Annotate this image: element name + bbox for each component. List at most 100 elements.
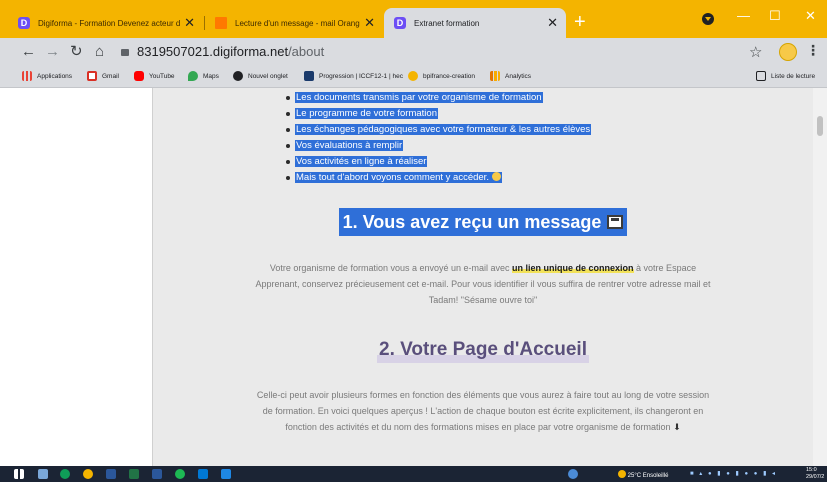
analytics-icon bbox=[490, 71, 500, 81]
smile-emoji-icon bbox=[491, 172, 501, 181]
bookmark-label: Nouvel onglet bbox=[248, 72, 288, 80]
reload-icon[interactable]: ↻ bbox=[70, 42, 83, 62]
tab-orange-mail[interactable]: Lecture d'un message - mail Orange ✕ bbox=[205, 8, 383, 38]
tab-title: Lecture d'un message - mail Orange bbox=[235, 18, 361, 28]
page-viewport: Les documents transmis par votre organis… bbox=[0, 88, 827, 466]
down-arrow-icon: ⬇ bbox=[673, 422, 681, 432]
app-icon[interactable] bbox=[60, 469, 70, 479]
close-tab-icon[interactable]: ✕ bbox=[364, 15, 375, 31]
clock-time: 15:0 bbox=[806, 467, 817, 473]
tab-title: Extranet formation bbox=[414, 18, 480, 28]
main-content: Les documents transmis par votre organis… bbox=[153, 88, 813, 466]
url-host: 8319507021.digiforma.net bbox=[137, 44, 289, 59]
list-item-text: Vos évaluations à remplir bbox=[295, 140, 404, 151]
section-1-heading-wrap: 1. Vous avez reçu un message bbox=[153, 208, 813, 236]
globe-icon bbox=[233, 71, 243, 81]
mail-icon[interactable] bbox=[198, 469, 208, 479]
bpi-icon bbox=[408, 71, 418, 81]
bookmark-youtube[interactable]: YouTube bbox=[134, 71, 175, 81]
scrollbar-thumb[interactable] bbox=[817, 116, 823, 136]
section-2-heading-wrap: 2. Votre Page d'Accueil bbox=[153, 337, 813, 363]
section-1-paragraph: Votre organisme de formation vous a envo… bbox=[253, 260, 713, 308]
app-icon[interactable] bbox=[221, 469, 231, 479]
word-icon[interactable] bbox=[106, 469, 116, 479]
bookmark-maps[interactable]: Maps bbox=[188, 71, 219, 81]
address-bar[interactable]: 8319507021.digiforma.net/about bbox=[121, 42, 731, 62]
left-panel bbox=[0, 88, 153, 466]
list-item-text: Les échanges pédagogiques avec votre for… bbox=[295, 124, 592, 135]
bookmark-bpifrance[interactable]: bpifrance-creation bbox=[408, 71, 475, 81]
para-text: Votre organisme de formation vous a envo… bbox=[269, 263, 513, 273]
bookmark-label: Analytics bbox=[505, 72, 532, 80]
digiforma-icon: D bbox=[394, 17, 406, 29]
new-tab-button[interactable]: + bbox=[574, 12, 586, 32]
close-tab-icon[interactable]: ✕ bbox=[184, 15, 195, 31]
bookmark-label: Gmail bbox=[102, 72, 119, 80]
maximize-button[interactable]: ☐ bbox=[769, 8, 781, 24]
hec-icon bbox=[304, 71, 314, 81]
bookmark-new-tab[interactable]: Nouvel onglet bbox=[233, 71, 288, 81]
reading-list[interactable]: Liste de lecture bbox=[756, 71, 815, 81]
minimize-button[interactable]: — bbox=[737, 8, 750, 23]
back-arrow-icon[interactable]: ← bbox=[21, 42, 36, 62]
tab-digiforma[interactable]: D Digiforma - Formation Devenez acteur d… bbox=[8, 8, 203, 38]
page-scrollbar[interactable] bbox=[813, 88, 827, 466]
bookmark-label: bpifrance-creation bbox=[423, 72, 476, 80]
section-2-paragraph: Celle-ci peut avoir plusieurs formes en … bbox=[253, 387, 713, 435]
sun-icon bbox=[618, 470, 626, 478]
tab-strip: D Digiforma - Formation Devenez acteur d… bbox=[0, 0, 827, 38]
task-view-icon[interactable] bbox=[38, 469, 48, 479]
list-item-text: Les documents transmis par votre organis… bbox=[295, 92, 543, 103]
bookmark-gmail[interactable]: Gmail bbox=[87, 71, 119, 81]
tab-search-icon[interactable] bbox=[702, 13, 714, 25]
lock-icon bbox=[121, 49, 129, 56]
windows-taskbar: 25°C Ensoleillé ■ ▴ ● ▮ ● ▮ ● ● ▮ ◂ 15:0… bbox=[0, 466, 827, 482]
para-text: Celle-ci peut avoir plusieurs formes en … bbox=[256, 390, 710, 432]
app-icon[interactable] bbox=[152, 469, 162, 479]
browser-toolbar: ← → ↻ ⌂ 8319507021.digiforma.net/about ☆… bbox=[0, 38, 827, 66]
spotify-icon[interactable] bbox=[175, 469, 185, 479]
weather-widget[interactable]: 25°C Ensoleillé bbox=[618, 470, 668, 479]
reading-list-label: Liste de lecture bbox=[771, 72, 816, 80]
chrome-icon[interactable] bbox=[83, 469, 93, 479]
bullet-list: Les documents transmis par votre organis… bbox=[283, 90, 703, 186]
list-item: Vos évaluations à remplir bbox=[283, 138, 703, 154]
gmail-icon bbox=[87, 71, 97, 81]
menu-kebab-icon[interactable]: ⋮ bbox=[806, 42, 820, 59]
tab-title: Digiforma - Formation Devenez acteur de … bbox=[38, 18, 181, 28]
section-2-heading: 2. Votre Page d'Accueil bbox=[377, 337, 589, 363]
bookmarks-bar: Applications Gmail YouTube Maps Nouvel o… bbox=[0, 66, 827, 88]
list-item-text: Mais tout d'abord voyons comment y accéd… bbox=[296, 172, 489, 183]
list-item: Mais tout d'abord voyons comment y accéd… bbox=[283, 170, 703, 186]
connection-link-highlight: un lien unique de connexion bbox=[512, 263, 634, 273]
bookmark-analytics[interactable]: Analytics bbox=[490, 71, 531, 81]
youtube-icon bbox=[134, 71, 144, 81]
list-item-text: Vos activités en ligne à réaliser bbox=[295, 156, 428, 167]
weather-text: 25°C Ensoleillé bbox=[627, 473, 669, 479]
home-icon[interactable]: ⌂ bbox=[95, 42, 104, 62]
system-tray-icons[interactable]: ■ ▴ ● ▮ ● ▮ ● ● ▮ ◂ bbox=[690, 470, 777, 477]
bookmark-applications[interactable]: Applications bbox=[22, 71, 72, 81]
orange-icon bbox=[215, 17, 227, 29]
tab-extranet[interactable]: D Extranet formation ✕ bbox=[384, 8, 566, 38]
profile-avatar[interactable] bbox=[779, 43, 797, 61]
clock[interactable]: 15:0 29/07/2 bbox=[806, 467, 824, 481]
bookmark-label: Progression | ICCF12-1 | hec bbox=[319, 72, 403, 80]
close-window-button[interactable]: ✕ bbox=[805, 8, 816, 24]
app-icon[interactable] bbox=[568, 469, 578, 479]
apps-grid-icon bbox=[22, 71, 32, 81]
list-item-text: Le programme de votre formation bbox=[295, 108, 438, 119]
bookmark-label: Maps bbox=[203, 72, 219, 80]
bookmark-star-icon[interactable]: ☆ bbox=[749, 43, 762, 61]
excel-icon[interactable] bbox=[129, 469, 139, 479]
close-tab-icon[interactable]: ✕ bbox=[547, 15, 558, 31]
list-item: Les échanges pédagogiques avec votre for… bbox=[283, 122, 703, 138]
list-item: Vos activités en ligne à réaliser bbox=[283, 154, 703, 170]
bookmark-label: Applications bbox=[37, 72, 73, 80]
bookmark-label: YouTube bbox=[149, 72, 175, 80]
forward-arrow-icon[interactable]: → bbox=[45, 42, 60, 62]
bookmark-hec[interactable]: Progression | ICCF12-1 | hec bbox=[304, 71, 403, 81]
list-item: Le programme de votre formation bbox=[283, 106, 703, 122]
section-1-heading: 1. Vous avez reçu un message bbox=[338, 208, 628, 236]
windows-start-icon[interactable] bbox=[14, 469, 24, 479]
